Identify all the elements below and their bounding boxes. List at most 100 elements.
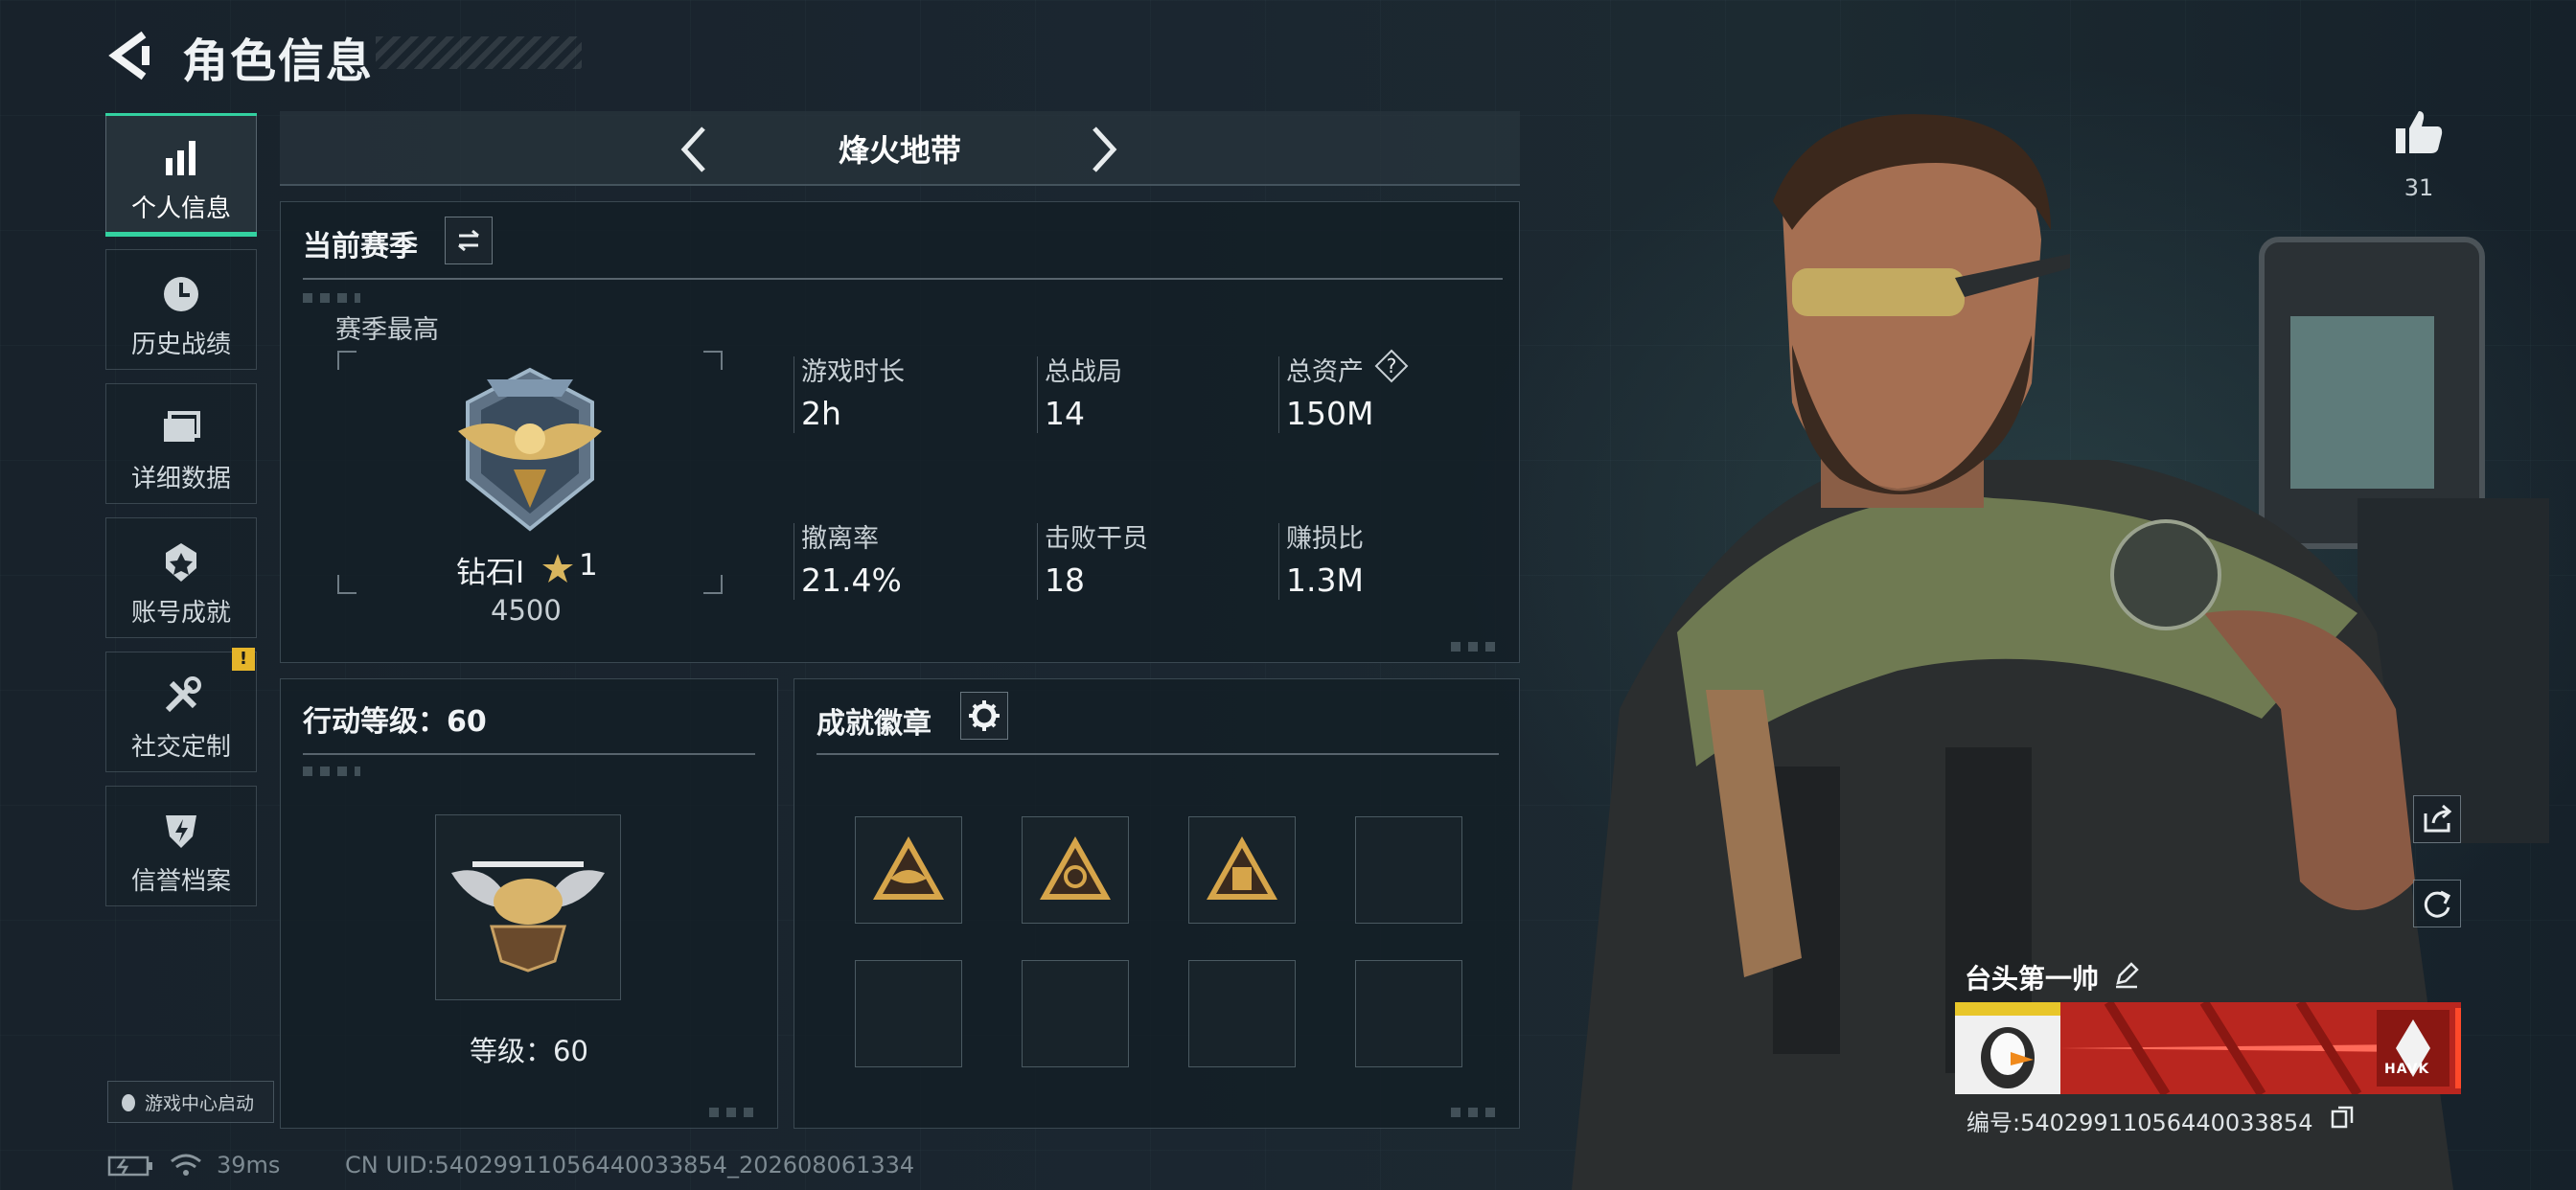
frame-corner (703, 351, 723, 370)
badges-separator (816, 753, 1499, 755)
badge-emblem-icon (1207, 836, 1277, 900)
level-text: 等级：60 (470, 1035, 588, 1067)
decoration (303, 293, 360, 303)
sidebar-item-achievements[interactable]: 账号成就 (105, 517, 257, 638)
back-arrow-icon[interactable] (107, 29, 151, 82)
refresh-icon (2424, 890, 2451, 918)
sidebar-item-label: 历史战绩 (130, 331, 231, 359)
stat-label-operators-defeated: 击败干员 (1045, 524, 1148, 554)
status-uid: CN UID:5402991105644003385​4_20260806133… (345, 1152, 915, 1179)
sidebar-item-personal-info[interactable]: 个人信息 (105, 113, 257, 237)
sidebar-item-detailed-data[interactable]: 详细数据 (105, 383, 257, 504)
frame-corner (703, 575, 723, 594)
card-brand-text: HAVK (2384, 1062, 2430, 1077)
launch-label: 游戏中心启动 (145, 1092, 255, 1114)
stat-divider (1278, 356, 1279, 433)
action-level-separator (303, 753, 755, 755)
ping-value: 39ms (217, 1152, 281, 1179)
edit-pencil-icon[interactable] (2112, 960, 2141, 989)
credit-shield-icon (166, 815, 196, 848)
swap-icon (458, 229, 479, 252)
like-count: 31 (2404, 174, 2434, 201)
stat-divider (1278, 523, 1279, 600)
decoration (1451, 1108, 1503, 1117)
rank-name: 钻石Ⅰ (456, 556, 525, 590)
stat-value-profit-loss: 1.3M (1286, 561, 1364, 599)
star-icon (542, 554, 573, 583)
stat-label-total-assets: 总资产 (1286, 357, 1364, 387)
decoration (1451, 642, 1503, 652)
badges-settings-button[interactable] (960, 692, 1008, 740)
level-emblem-frame (435, 814, 621, 1000)
copy-icon[interactable] (2329, 1104, 2356, 1131)
sidebar-item-history[interactable]: 历史战绩 (105, 249, 257, 370)
history-clock-icon (164, 277, 198, 311)
stat-value-total-matches: 14 (1045, 395, 1085, 432)
badge-emblem-icon (873, 836, 944, 900)
thumbs-up-icon[interactable] (2392, 105, 2446, 159)
name-card[interactable]: HAVK (1955, 1002, 2461, 1094)
sidebar-item-label: 社交定制 (130, 733, 231, 762)
game-center-launch-button[interactable]: 游戏中心启动 (107, 1081, 274, 1123)
sidebar-item-label: 个人信息 (130, 195, 231, 223)
badge-slot-7[interactable] (1188, 960, 1296, 1067)
badges-title: 成就徽章 (816, 707, 932, 741)
decoration (709, 1108, 761, 1117)
badge-slot-1[interactable] (855, 816, 962, 924)
page-title: 角色信息 (182, 34, 375, 88)
mode-switcher: 烽火地带 (280, 111, 1520, 186)
badge-slot-2[interactable] (1022, 816, 1129, 924)
battery-icon (107, 1156, 152, 1177)
share-button[interactable] (2413, 795, 2461, 843)
folder-icon (164, 411, 200, 442)
refresh-button[interactable] (2413, 880, 2461, 927)
rank-score: 4500 (491, 594, 562, 627)
bar-chart-icon (166, 141, 196, 175)
help-icon[interactable]: ? (1374, 349, 1409, 383)
mode-title: 烽火地带 (838, 132, 961, 169)
badge-slot-3[interactable] (1188, 816, 1296, 924)
active-indicator-bottom (105, 232, 257, 237)
badge-slot-6[interactable] (1022, 960, 1129, 1067)
badge-slot-5[interactable] (855, 960, 962, 1067)
stat-value-total-assets: 150M (1286, 395, 1374, 432)
stat-value-play-time: 2h (801, 395, 841, 432)
penguin-icon (122, 1094, 135, 1111)
svg-text:?: ? (1387, 355, 1397, 378)
rank-stars: 1 (579, 548, 598, 583)
sidebar-item-label: 信誉档案 (130, 867, 231, 896)
share-icon (2424, 804, 2452, 833)
badge-emblem-icon (1040, 836, 1111, 900)
mode-next-arrow-icon[interactable] (1085, 123, 1123, 176)
season-switch-button[interactable] (445, 217, 493, 264)
stat-label-play-time: 游戏时长 (801, 357, 905, 387)
alert-badge: ! (232, 648, 255, 671)
title-decoration (376, 36, 582, 69)
name-card-art (1955, 1002, 2461, 1094)
stat-label-total-matches: 总战局 (1045, 357, 1122, 387)
season-separator (303, 278, 1503, 280)
season-title: 当前赛季 (303, 230, 418, 263)
action-level-title: 行动等级：60 (303, 705, 487, 739)
player-name: 台头第一帅 (1965, 963, 2100, 995)
decoration (303, 767, 360, 776)
sidebar-item-label: 详细数据 (130, 465, 231, 493)
rank-emblem-icon (458, 367, 602, 532)
badge-slot-4[interactable] (1355, 816, 1462, 924)
stat-label-profit-loss: 赚损比 (1286, 524, 1364, 554)
stat-value-extraction-rate: 21.4% (801, 561, 902, 599)
frame-corner (337, 351, 356, 370)
stat-value-operators-defeated: 18 (1045, 561, 1085, 599)
frame-corner (337, 575, 356, 594)
sidebar-item-label: 账号成就 (130, 599, 231, 628)
badge-slot-8[interactable] (1355, 960, 1462, 1067)
tools-icon (165, 676, 201, 713)
helicopter-emblem-icon (451, 861, 605, 973)
stat-label-extraction-rate: 撤离率 (801, 524, 879, 554)
wifi-icon (171, 1154, 201, 1176)
season-best-label: 赛季最高 (335, 315, 439, 345)
player-uid: 编号:5402991105644003385​4 (1966, 1110, 2313, 1136)
sidebar-item-credit[interactable]: 信誉档案 (105, 786, 257, 906)
stat-divider (1037, 523, 1038, 600)
stat-divider (1037, 356, 1038, 433)
